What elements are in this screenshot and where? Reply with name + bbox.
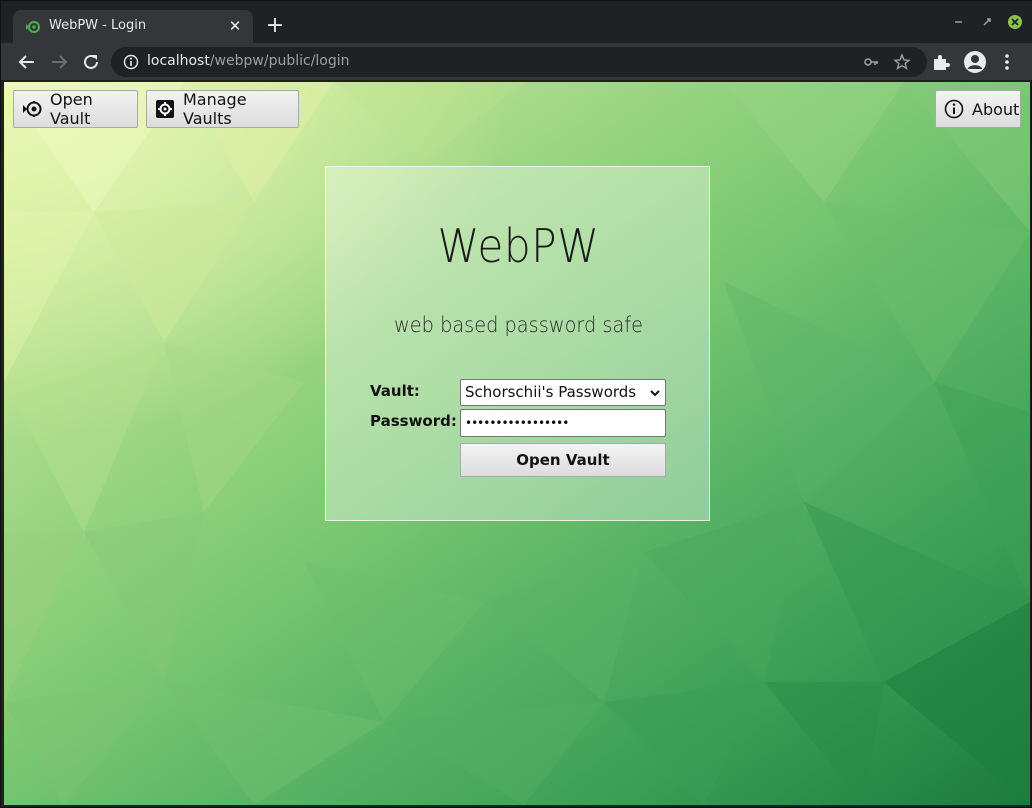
browser-toolbar: localhost/webpw/public/login [1, 43, 1032, 81]
address-bar[interactable]: localhost/webpw/public/login [111, 47, 927, 77]
url-text: localhost/webpw/public/login [147, 53, 350, 69]
plus-icon[interactable]: + [263, 15, 287, 39]
open-vault-label: Open Vault [50, 90, 93, 128]
password-label: Password: [370, 412, 457, 430]
close-window-icon[interactable] [1005, 12, 1025, 32]
password-masked-value: ••••••••••••••••• [465, 416, 569, 430]
forward-icon[interactable] [46, 49, 72, 75]
tab-title: WebPW - Login [49, 18, 147, 33]
about-label: About [972, 99, 1020, 119]
star-icon[interactable] [893, 53, 911, 71]
tab-webpw-login[interactable]: WebPW - Login ✕ [13, 10, 253, 43]
vault-selected-value: Schorschii's Passwords [465, 383, 637, 401]
back-icon[interactable] [14, 49, 40, 75]
webpw-favicon [26, 21, 40, 33]
manage-vaults-label: Manage Vaults [183, 90, 247, 128]
close-icon[interactable]: ✕ [225, 16, 245, 36]
about-button[interactable]: About [935, 90, 1021, 128]
url-host: localhost [147, 53, 210, 69]
page-viewport: Open Vault Manage Vaults About WebPW web… [4, 82, 1030, 805]
vault-label: Vault: [370, 382, 420, 400]
open-vault-button[interactable]: Open Vault [13, 90, 138, 128]
extensions-icon[interactable] [931, 52, 951, 72]
menu-icon[interactable] [999, 52, 1015, 72]
info-icon[interactable] [123, 54, 139, 70]
manage-vaults-button[interactable]: Manage Vaults [146, 90, 299, 128]
password-field[interactable]: ••••••••••••••••• [460, 409, 666, 437]
browser-window: WebPW - Login ✕ + localhost/webpw/public… [0, 0, 1032, 808]
key-icon[interactable] [863, 54, 879, 70]
info-circle-icon [944, 99, 964, 119]
login-card: WebPW web based password safe Vault: Sch… [325, 166, 710, 521]
maximize-icon[interactable] [977, 12, 997, 32]
app-tagline: web based password safe [393, 313, 644, 337]
minimize-icon[interactable] [949, 12, 969, 32]
gear-icon [156, 100, 174, 118]
chevron-down-icon [650, 390, 660, 397]
reload-icon[interactable] [78, 49, 104, 75]
profile-icon[interactable] [963, 50, 987, 74]
app-title: WebPW [437, 219, 600, 273]
url-path: /webpw/public/login [209, 53, 350, 69]
open-vault-icon [23, 101, 42, 117]
open-vault-submit-button[interactable]: Open Vault [460, 443, 666, 477]
tab-strip: WebPW - Login ✕ + [1, 1, 1032, 43]
vault-select[interactable]: Schorschii's Passwords [460, 379, 666, 406]
